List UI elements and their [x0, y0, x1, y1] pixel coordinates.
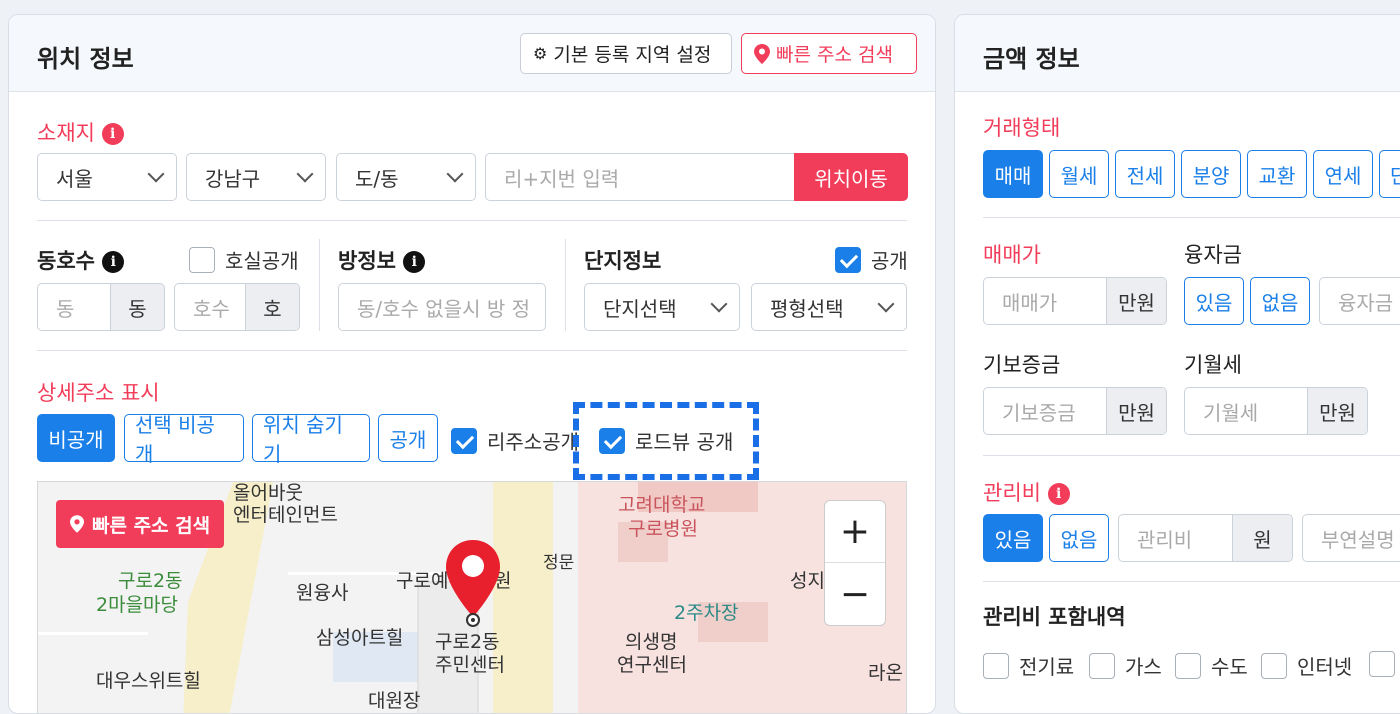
deposit-input[interactable]: 기보증금 만원 [983, 387, 1167, 435]
complex-select[interactable]: 단지선택 [584, 283, 740, 331]
dong-select[interactable]: 도/동 [336, 153, 476, 201]
mgmt-included-label: 관리비 포함내역 [983, 605, 1126, 629]
map-label: 원융사 [296, 582, 349, 604]
deal-type-monthly[interactable]: 월세 [1049, 150, 1109, 198]
zoom-in-button[interactable]: + [825, 501, 885, 563]
loan-input[interactable]: 융자금 [1319, 277, 1400, 325]
size-select[interactable]: 평형선택 [751, 283, 907, 331]
loan-label: 융자금 [1184, 243, 1242, 267]
ho-input[interactable]: 호수 호 [174, 283, 300, 331]
info-icon: i [102, 251, 125, 273]
loan-yes-button[interactable]: 있음 [1184, 277, 1244, 325]
map-pin-icon [754, 43, 770, 64]
sale-price-label: 매매가 [983, 243, 1041, 267]
included-electric-checkbox[interactable]: 전기료 [983, 651, 1074, 680]
divider [37, 220, 907, 221]
mgmt-fee-label: 관리비 i [983, 477, 1070, 507]
complex-public-checkbox[interactable]: 공개 [835, 245, 908, 274]
chevron-down-icon [877, 295, 895, 313]
deal-type-sale[interactable]: 매매 [983, 150, 1043, 198]
sale-price-input[interactable]: 매매가 만원 [983, 277, 1167, 325]
map-label: 2주차장 [674, 602, 739, 624]
included-water-checkbox[interactable]: 수도 [1175, 651, 1248, 680]
location-title: 위치 정보 [37, 45, 134, 73]
mgmt-no-button[interactable]: 없음 [1049, 514, 1109, 562]
chevron-down-icon [710, 295, 728, 313]
location-panel: 위치 정보 ⚙ 기본 등록 지역 설정 빠른 주소 검색 소재지 i 서울 강남… [8, 14, 936, 714]
map-label: 구로병원 [628, 518, 698, 540]
info-icon: i [1047, 483, 1070, 505]
monthly-label: 기월세 [1184, 353, 1242, 377]
map-label: 구로예 [396, 570, 449, 592]
chevron-down-icon [147, 165, 165, 183]
deal-type-label: 거래형태 [983, 116, 1061, 140]
map-view[interactable]: 빠른 주소 검색 올어바웃 엔터테인먼트 구로2동 2마을마당 원융사 구로예 … [37, 481, 907, 713]
chevron-down-icon [296, 165, 314, 183]
deposit-label: 기보증금 [983, 353, 1061, 377]
deal-type-presale[interactable]: 분양 [1181, 150, 1241, 198]
map-label: 구로2동 [118, 570, 183, 592]
room-info-input[interactable]: 동/호수 없을시 방 정 [338, 283, 546, 331]
included-more-checkbox[interactable] [1369, 651, 1395, 677]
address-label: 소재지 i [37, 117, 124, 147]
loan-no-button[interactable]: 없음 [1250, 277, 1310, 325]
divider [37, 350, 907, 351]
included-internet-checkbox[interactable]: 인터넷 [1261, 651, 1352, 680]
map-label: 삼성아트힐 [316, 627, 404, 649]
map-label: 정문 [543, 553, 575, 573]
map-label: 연구센터 [617, 654, 687, 676]
gear-icon: ⚙ [533, 44, 548, 63]
room-public-checkbox[interactable]: 호실공개 [189, 245, 299, 274]
included-gas-checkbox[interactable]: 가스 [1089, 651, 1162, 680]
price-title: 금액 정보 [983, 45, 1080, 73]
highlight-box [573, 402, 759, 480]
district-select[interactable]: 강남구 [186, 153, 326, 201]
map-label: 의생명 [625, 631, 678, 653]
chevron-down-icon [446, 165, 464, 183]
deal-type-exchange[interactable]: 교환 [1247, 150, 1307, 198]
map-pin-icon [70, 515, 84, 533]
complex-label: 단지정보 [584, 249, 662, 273]
ri-public-checkbox[interactable]: 리주소공개 [451, 426, 579, 455]
dong-input[interactable]: 동동 [37, 283, 165, 331]
map-label: 성지 [790, 570, 825, 592]
move-location-button[interactable]: 위치이동 [794, 153, 908, 201]
quick-search-button[interactable]: 빠른 주소 검색 [741, 33, 917, 74]
map-quick-search-button[interactable]: 빠른 주소 검색 [56, 500, 225, 548]
map-label: 대우스위트힐 [96, 670, 201, 692]
info-icon: i [403, 251, 426, 273]
zoom-out-button[interactable]: − [825, 563, 885, 625]
mgmt-note-input[interactable]: 부연설명 [1302, 514, 1400, 562]
detail-option-private[interactable]: 비공개 [37, 414, 115, 462]
detail-address-label: 상세주소 표시 [37, 381, 160, 405]
map-label: 라온 [868, 662, 903, 684]
location-header: 위치 정보 ⚙ 기본 등록 지역 설정 빠른 주소 검색 [9, 15, 935, 92]
mgmt-fee-input[interactable]: 관리비 원 [1118, 514, 1293, 562]
map-label: 구로2동 [435, 631, 500, 653]
price-header: 금액 정보 [955, 15, 1400, 92]
detail-option-partial[interactable]: 선택 비공개 [124, 413, 244, 466]
location-marker-icon[interactable] [442, 538, 504, 628]
map-label: 2마을마당 [96, 594, 179, 616]
lot-number-input[interactable]: 리+지번 입력 [485, 153, 795, 201]
detail-option-public[interactable]: 공개 [378, 414, 438, 462]
map-label: 주민센터 [435, 654, 505, 676]
map-label: 엔터테인먼트 [233, 504, 338, 526]
mgmt-yes-button[interactable]: 있음 [983, 514, 1043, 562]
map-label: 대원장 [368, 690, 421, 712]
info-icon: i [101, 123, 124, 145]
zoom-control: + − [824, 500, 886, 626]
map-label: 고려대학교 [618, 494, 706, 516]
map-label: 올어바웃 [233, 482, 303, 504]
price-panel: 금액 정보 거래형태 매매 월세 전세 분양 교환 연세 단 매매가 매매가만원… [954, 14, 1400, 714]
deal-type-yearly[interactable]: 연세 [1313, 150, 1373, 198]
city-select[interactable]: 서울 [37, 153, 177, 201]
monthly-input[interactable]: 기월세 만원 [1184, 387, 1368, 435]
dongho-label: 동호수 i [37, 245, 125, 275]
deal-type-more[interactable]: 단 [1379, 150, 1400, 198]
default-region-button[interactable]: ⚙ 기본 등록 지역 설정 [520, 33, 732, 74]
detail-option-hide[interactable]: 위치 숨기기 [252, 413, 370, 466]
deal-type-jeonse[interactable]: 전세 [1115, 150, 1175, 198]
room-info-label: 방정보 i [338, 245, 426, 275]
